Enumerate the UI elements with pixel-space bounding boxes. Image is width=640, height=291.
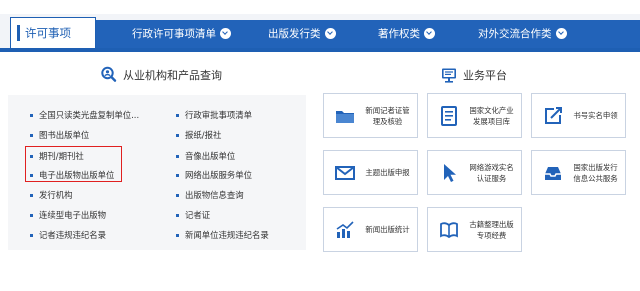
- bullet-icon: [30, 133, 33, 137]
- top-bar-underline: [0, 48, 640, 52]
- tab-permit-items[interactable]: 许可事项: [10, 17, 96, 48]
- list-item-label: 音像出版单位: [185, 151, 236, 161]
- highlight-annotation-box: [25, 146, 122, 182]
- bullet-icon: [176, 213, 179, 217]
- card-theme-publishing[interactable]: 主题出版申报: [323, 150, 418, 195]
- bullet-icon: [30, 233, 33, 237]
- list-item-news-unit-violations[interactable]: 新闻单位违规违纪名录: [176, 229, 269, 241]
- card-label: 主题出版申报: [365, 168, 410, 177]
- chevron-down-icon: [220, 28, 231, 39]
- list-item-press-card[interactable]: 记者证: [176, 209, 210, 221]
- list-item-label: 新闻单位违规违纪名录: [185, 230, 269, 240]
- list-item-approval-list[interactable]: 行政审批事项清单: [176, 109, 252, 121]
- inbox-icon: [545, 166, 561, 180]
- nav-copyright[interactable]: 著作权类: [378, 26, 435, 41]
- card-label: 新闻记者证管理及核验: [365, 105, 410, 126]
- list-item-journalist-violations[interactable]: 记者违规违纪名录: [30, 229, 106, 241]
- bullet-icon: [176, 233, 179, 237]
- list-item-distribution[interactable]: 发行机构: [30, 189, 73, 201]
- list-item-label: 出版物信息查询: [185, 190, 244, 200]
- list-item-audio-video-unit[interactable]: 音像出版单位: [176, 150, 235, 162]
- list-item-newspaper[interactable]: 报纸/报社: [176, 129, 221, 141]
- cursor-icon: [444, 163, 456, 182]
- card-label: 古籍整理出版专项经费: [469, 219, 514, 240]
- nav-publishing-label: 出版发行类: [268, 28, 321, 40]
- card-press-statistics[interactable]: 新闻出版统计: [323, 207, 418, 252]
- org-query-heading: 从业机构和产品查询: [100, 66, 222, 84]
- external-edit-icon: [545, 106, 562, 124]
- card-ancient-books-fund[interactable]: 古籍整理出版专项经费: [427, 207, 522, 252]
- org-query-title: 从业机构和产品查询: [123, 69, 222, 82]
- list-item-label: 报纸/报社: [185, 130, 222, 140]
- envelope-icon: [335, 165, 355, 180]
- business-platform-title: 业务平台: [463, 69, 507, 82]
- list-item-disc-replication[interactable]: 全国只读类光盘复制单位...: [30, 109, 139, 121]
- list-item-serial-e-publication[interactable]: 连续型电子出版物: [30, 209, 106, 221]
- list-item-label: 记者违规违纪名录: [39, 230, 106, 240]
- list-item-label: 全国只读类光盘复制单位...: [39, 110, 140, 120]
- card-label: 网络游戏实名认证服务: [469, 162, 514, 183]
- card-culture-industry-projects[interactable]: 国家文化产业发展项目库: [427, 93, 522, 138]
- bullet-icon: [176, 173, 179, 177]
- list-item-book-publisher[interactable]: 图书出版单位: [30, 129, 89, 141]
- business-platform-heading: 业务平台: [440, 66, 507, 84]
- chevron-down-icon: [424, 28, 435, 39]
- card-label: 国家出版发行信息公共服务: [573, 162, 618, 183]
- nav-foreign-exchange-label: 对外交流合作类: [478, 28, 552, 40]
- bullet-icon: [176, 133, 179, 137]
- nav-admin-permit-list[interactable]: 行政许可事项清单: [132, 26, 231, 41]
- search-person-icon: [101, 66, 117, 82]
- nav-foreign-exchange[interactable]: 对外交流合作类: [478, 26, 567, 41]
- book-icon: [440, 221, 458, 238]
- list-item-label: 记者证: [185, 210, 211, 220]
- card-label: 国家文化产业发展项目库: [469, 105, 514, 126]
- list-item-online-publishing[interactable]: 网络出版服务单位: [176, 169, 252, 181]
- bullet-icon: [30, 213, 33, 217]
- card-label: 书号实名申领: [573, 111, 618, 120]
- card-label: 新闻出版统计: [365, 225, 410, 234]
- bullet-icon: [176, 154, 179, 158]
- bar-chart-icon: [336, 220, 354, 238]
- chevron-down-icon: [324, 28, 336, 39]
- card-isbn-application[interactable]: 书号实名申领: [531, 93, 626, 138]
- list-item-publication-info[interactable]: 出版物信息查询: [176, 189, 244, 201]
- list-item-label: 行政审批事项清单: [185, 110, 252, 120]
- nav-admin-permit-list-label: 行政许可事项清单: [132, 28, 216, 40]
- list-item-label: 图书出版单位: [39, 130, 90, 140]
- main-nav: 行政许可事项清单 出版发行类 著作权类 对外交流合作类: [96, 20, 640, 48]
- card-game-real-name[interactable]: 网络游戏实名认证服务: [427, 150, 522, 195]
- nav-copyright-label: 著作权类: [378, 28, 420, 40]
- chevron-down-icon: [555, 28, 567, 39]
- tab-permit-items-label: 许可事项: [25, 26, 71, 40]
- tab-marker: [17, 25, 20, 41]
- list-item-label: 连续型电子出版物: [39, 210, 106, 220]
- card-publishing-info-service[interactable]: 国家出版发行信息公共服务: [531, 150, 626, 195]
- card-press-card-management[interactable]: 新闻记者证管理及核验: [323, 93, 418, 138]
- list-item-label: 发行机构: [39, 190, 73, 200]
- bullet-icon: [176, 193, 179, 197]
- document-list-icon: [441, 105, 457, 126]
- bullet-icon: [30, 113, 33, 117]
- folder-icon: [336, 110, 354, 123]
- nav-publishing[interactable]: 出版发行类: [268, 26, 336, 41]
- bullet-icon: [176, 113, 179, 117]
- monitor-icon: [442, 68, 456, 83]
- bullet-icon: [30, 193, 33, 197]
- list-item-label: 网络出版服务单位: [185, 170, 252, 180]
